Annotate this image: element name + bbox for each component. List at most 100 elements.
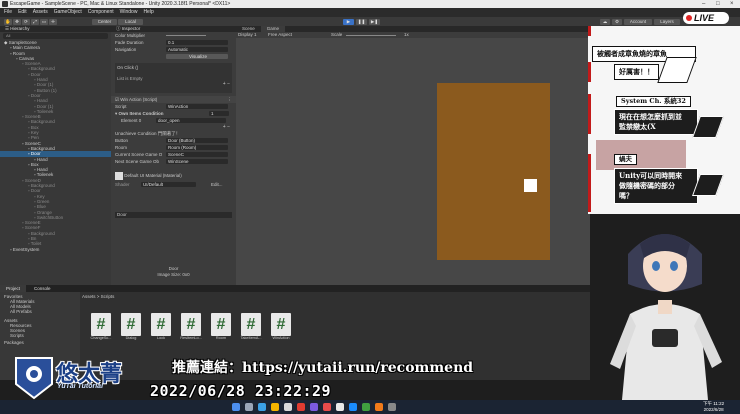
color-multiplier-slider[interactable] xyxy=(166,35,206,36)
own-items-row[interactable]: ▾ Own Items Condition 1 xyxy=(111,110,236,117)
asset-file[interactable]: # ChangeSc... xyxy=(88,313,114,340)
edge-icon[interactable] xyxy=(258,403,266,411)
transform-tool-icon[interactable]: ✛ xyxy=(49,18,57,25)
inspector-field-row: Button Door (Button) xyxy=(111,137,236,144)
display-dropdown[interactable]: Display 1 xyxy=(238,32,257,38)
unity-hub-icon[interactable] xyxy=(336,403,344,411)
own-items-count[interactable]: 1 xyxy=(209,111,229,116)
hand-tool-icon[interactable]: ✋ xyxy=(4,18,12,25)
hierarchy-item-label: Door xyxy=(30,71,41,77)
layers-dropdown[interactable]: Layers xyxy=(654,18,680,25)
chrome-icon[interactable] xyxy=(297,403,305,411)
rotate-tool-icon[interactable]: ⟳ xyxy=(22,18,30,25)
tab-console[interactable]: Console xyxy=(28,285,57,292)
asset-file[interactable]: # ResItemLo... xyxy=(178,313,204,340)
minimize-icon[interactable]: – xyxy=(702,0,705,8)
favorite-item[interactable]: All Prefabs xyxy=(4,309,76,314)
navigation-dropdown[interactable]: Automatic xyxy=(166,47,228,52)
asset-folder-item[interactable]: Scripts xyxy=(4,333,76,338)
menu-item-component[interactable]: Component xyxy=(88,8,114,17)
pause-button[interactable]: ❚❚ xyxy=(356,18,367,25)
script-row: Script WinAction xyxy=(111,103,236,110)
menu-item-gameobject[interactable]: GameObject xyxy=(54,8,82,17)
material-row[interactable]: Default UI Material (Material) xyxy=(111,171,236,181)
csharp-script-icon: # xyxy=(271,313,291,336)
aspect-dropdown[interactable]: Free Aspect xyxy=(268,32,292,38)
hierarchy-item-label: Door xyxy=(30,92,41,98)
collab-icon[interactable]: ☁ xyxy=(600,18,610,25)
hierarchy-item-label: SceneD xyxy=(24,177,41,183)
preview-tab[interactable]: Door xyxy=(115,212,232,218)
visualize-row: Visualize xyxy=(111,53,236,60)
asset-file[interactable]: # TakeItemA... xyxy=(238,313,264,340)
shader-dropdown[interactable]: UI/Default xyxy=(141,182,196,187)
app-icon-2[interactable] xyxy=(375,403,383,411)
fade-duration-field[interactable]: 0.1 xyxy=(166,40,228,45)
close-icon[interactable]: × xyxy=(730,0,734,8)
clock[interactable]: 下午 11:22 2022/6/28 xyxy=(703,401,724,412)
win-action-component-header[interactable]: ☑ Win Action (Script) ⋮ xyxy=(111,96,236,103)
component-menu-icon[interactable]: ⋮ xyxy=(228,96,233,103)
asset-file[interactable]: # WinAction xyxy=(268,313,294,340)
search-icon[interactable] xyxy=(245,403,253,411)
start-icon[interactable] xyxy=(232,403,240,411)
hierarchy-panel: ☰ Hierarchy All ◆ SampleScene ▫ Main Came… xyxy=(0,26,111,285)
inspector-object-field[interactable]: WinScene xyxy=(166,159,228,164)
discord-icon[interactable] xyxy=(310,403,318,411)
asset-file[interactable]: # Room xyxy=(208,313,234,340)
hierarchy-title: Hierarchy xyxy=(10,26,30,31)
vtuber-avatar xyxy=(610,234,722,400)
scale-tool-icon[interactable]: ⤢ xyxy=(31,18,39,25)
menu-item-window[interactable]: Window xyxy=(120,8,138,17)
folder-icon[interactable] xyxy=(271,403,279,411)
color-multiplier-row: Color Multiplier xyxy=(111,32,236,39)
hierarchy-item-label: Hand xyxy=(36,77,48,83)
hierarchy-item-label: Key xyxy=(36,193,45,199)
inspector-object-field[interactable]: Door (Button) xyxy=(166,138,228,143)
tab-project[interactable]: Project xyxy=(0,285,27,292)
script-field[interactable]: WinAction xyxy=(166,104,228,109)
move-tool-icon[interactable]: ✥ xyxy=(13,18,21,25)
cloud-icon[interactable]: ⚙ xyxy=(612,18,622,25)
material-label: Default UI Material (Material) xyxy=(124,173,182,178)
color-multiplier-label: Color Multiplier xyxy=(115,33,146,38)
obs-icon[interactable] xyxy=(323,403,331,411)
door-sprite[interactable] xyxy=(437,83,550,260)
on-click-label: On Click () xyxy=(117,65,139,70)
pivot-center-button[interactable]: Center xyxy=(92,18,117,25)
menu-item-file[interactable]: File xyxy=(4,8,12,17)
recommend-link[interactable]: 推薦連結：https://yutaii.run/recommend xyxy=(172,357,473,377)
maximize-icon[interactable]: □ xyxy=(716,0,720,8)
hierarchy-item-label: Box xyxy=(30,161,39,167)
vscode-icon[interactable] xyxy=(349,403,357,411)
hierarchy-search-input[interactable]: All xyxy=(3,33,108,39)
element-0-field[interactable]: door_open xyxy=(156,118,226,123)
pivot-local-button[interactable]: Local xyxy=(118,18,143,25)
play-button[interactable]: ▶ xyxy=(343,18,354,25)
account-dropdown[interactable]: Account xyxy=(624,18,652,25)
store-icon[interactable] xyxy=(284,403,292,411)
menu-item-edit[interactable]: Edit xyxy=(18,8,27,17)
script-label: Script xyxy=(115,104,127,109)
unachieve-row: Unachieve Condition 門關著了！ xyxy=(111,130,236,137)
scale-slider[interactable] xyxy=(346,35,396,36)
csharp-script-icon: # xyxy=(181,313,201,336)
preview-size: Image Size: 0x0 xyxy=(157,272,190,277)
menu-item-help[interactable]: Help xyxy=(143,8,153,17)
asset-file[interactable]: # Lock xyxy=(148,313,174,340)
inspector-object-field[interactable]: SceneC xyxy=(166,152,228,157)
visualize-button[interactable]: Visualize xyxy=(166,54,228,59)
packages-label: Packages xyxy=(4,340,24,345)
step-button[interactable]: ▶❚ xyxy=(369,18,380,25)
rect-tool-icon[interactable]: ▭ xyxy=(40,18,48,25)
menu-item-assets[interactable]: Assets xyxy=(33,8,48,17)
asset-file[interactable]: # Dialog xyxy=(118,313,144,340)
inspector-object-field[interactable]: Room (Room) xyxy=(166,145,228,150)
app-icon-3[interactable] xyxy=(388,403,396,411)
chat-line-7: 嗎？ xyxy=(619,191,633,200)
hierarchy-item[interactable]: ▫ EventSystem xyxy=(0,247,111,252)
shader-edit-button[interactable]: Edit... xyxy=(211,181,223,188)
app-icon[interactable] xyxy=(362,403,370,411)
door-knob[interactable] xyxy=(524,179,537,192)
add-remove-icons[interactable]: + − xyxy=(117,81,230,87)
